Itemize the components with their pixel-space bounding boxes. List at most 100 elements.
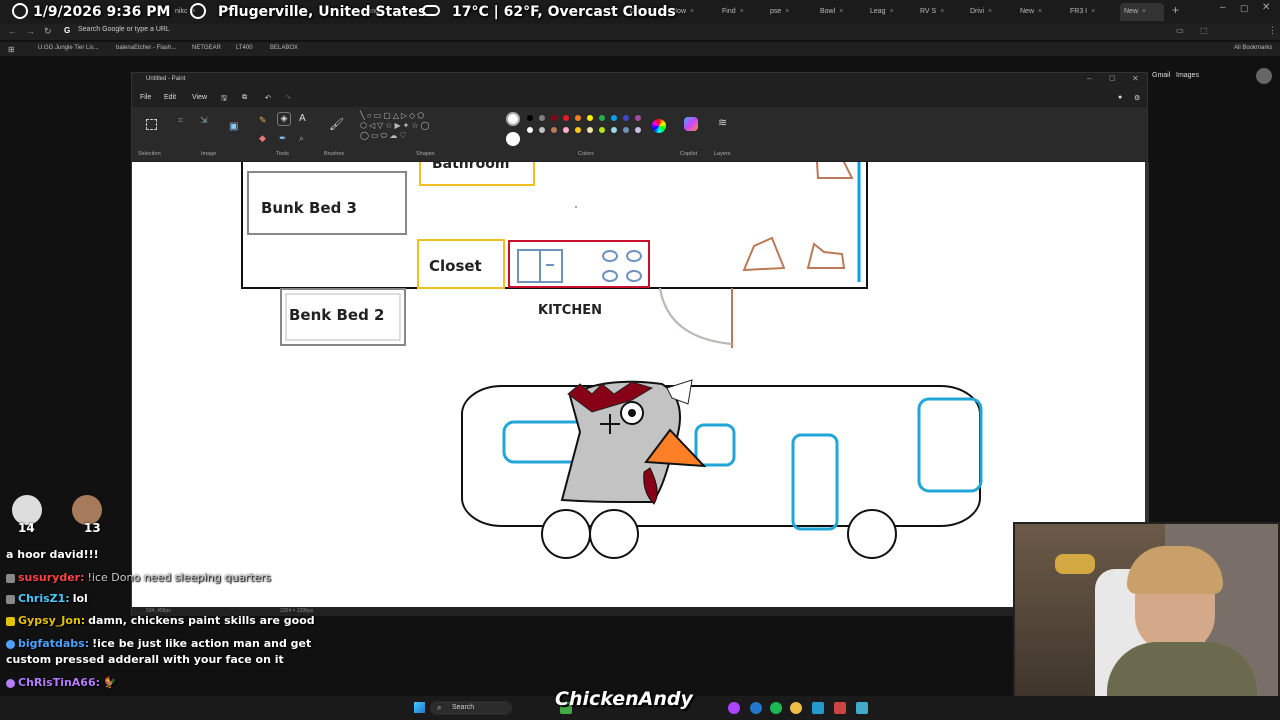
rv-windshield [917, 397, 983, 493]
all-bookmarks[interactable]: All Bookmarks [1234, 45, 1272, 51]
extensions-icon[interactable]: ⬚ [1200, 26, 1208, 35]
palette-color[interactable] [587, 127, 593, 133]
chat-username[interactable]: Gypsy_Jon: [18, 614, 85, 627]
palette-color[interactable] [563, 127, 569, 133]
paint-taskbar-icon[interactable] [856, 702, 868, 714]
app-icon[interactable] [728, 702, 740, 714]
reload-icon[interactable]: ↻ [44, 26, 52, 37]
bookmark[interactable]: BELABOX [270, 45, 298, 51]
palette-color[interactable] [635, 115, 641, 121]
forward-icon[interactable]: → [26, 26, 35, 36]
palette-color[interactable] [539, 127, 545, 133]
browser-tab[interactable]: Leag × [870, 3, 916, 21]
back-icon[interactable]: ← [8, 26, 17, 36]
menu-file[interactable]: File [140, 94, 151, 101]
menu-edit[interactable]: Edit [164, 94, 176, 101]
app-icon[interactable] [812, 702, 824, 714]
taskbar-search[interactable]: Search [430, 701, 512, 715]
settings-icon[interactable]: ⚙ [1134, 94, 1140, 102]
avatar[interactable] [1256, 68, 1272, 84]
browser-tab-active[interactable]: New × [1120, 3, 1164, 21]
copilot-icon[interactable] [684, 117, 698, 131]
palette-color[interactable] [575, 127, 581, 133]
app-icon[interactable] [750, 702, 762, 714]
new-tab-icon[interactable]: + [1172, 3, 1179, 17]
weather: 17°C | 62°F, Overcast Clouds [452, 4, 676, 20]
palette-color[interactable] [623, 115, 629, 121]
share-icon[interactable]: ⧉ [242, 94, 247, 102]
layers-icon[interactable]: ≋ [718, 116, 727, 129]
palette-color[interactable] [611, 115, 617, 121]
eraser-icon[interactable]: ◆ [259, 133, 266, 144]
palette-color[interactable] [587, 115, 593, 121]
maximize-icon[interactable]: ▢ [1109, 74, 1116, 82]
images-link[interactable]: Images [1176, 72, 1199, 79]
palette-color[interactable] [551, 127, 557, 133]
start-icon[interactable] [414, 702, 425, 713]
app-icon[interactable] [834, 702, 846, 714]
bookmark[interactable]: U.GG Jungle Tier Lis... [38, 45, 99, 51]
browser-tab[interactable]: How × [672, 3, 718, 21]
gmail-link[interactable]: Gmail [1152, 72, 1170, 79]
chat-username[interactable]: ChRisTinA66: [18, 676, 100, 689]
cast-icon[interactable]: ▭ [1176, 26, 1184, 35]
palette-color[interactable] [539, 115, 545, 121]
palette-color[interactable] [551, 115, 557, 121]
browser-tab[interactable]: New × [1020, 3, 1066, 21]
shapes-gallery[interactable]: ╲○▭▢△▷◇⬠ ⬡◁▽☆▶✦☆◯ ◯▭⬭☁♡ [360, 111, 438, 147]
save-icon[interactable]: 🖫 [221, 94, 227, 105]
maximize-icon[interactable]: ▢ [1240, 3, 1249, 14]
minimize-icon[interactable]: – [1220, 2, 1226, 13]
color2-swatch[interactable] [506, 132, 520, 146]
bookmark[interactable]: LT400 [236, 45, 253, 51]
bookmark[interactable]: balenaEtcher - Flash... [116, 45, 176, 51]
burner [626, 250, 642, 262]
chat-username[interactable]: susuryder: [18, 571, 85, 584]
select-icon[interactable] [146, 119, 157, 130]
apps-icon[interactable]: ⊞ [8, 45, 15, 54]
kitchen-counter [508, 240, 650, 288]
palette-color[interactable] [599, 127, 605, 133]
browser-tab[interactable]: Drivi × [970, 3, 1016, 21]
bookmark[interactable]: NETGEAR [192, 45, 221, 51]
edit-colors-icon[interactable] [652, 119, 666, 133]
color-picker-icon[interactable]: ✒ [279, 133, 287, 144]
chat-username[interactable]: bigfatdabs: [18, 637, 89, 650]
palette-color[interactable] [527, 127, 533, 133]
door [659, 287, 733, 348]
profile-icon[interactable]: ● [1118, 94, 1122, 101]
browser-tab[interactable]: Bowl × [820, 3, 866, 21]
palette-color[interactable] [527, 115, 533, 121]
close-icon[interactable]: ✕ [1132, 74, 1139, 83]
chrome-icon[interactable] [790, 702, 802, 714]
palette-color[interactable] [575, 115, 581, 121]
brush-icon[interactable]: 🖌 [329, 117, 344, 131]
magnifier-icon[interactable]: ⌕ [299, 133, 304, 144]
spotify-icon[interactable] [770, 702, 782, 714]
chat-username[interactable]: ChrisZ1: [18, 592, 70, 605]
menu-view[interactable]: View [192, 94, 207, 101]
palette-color[interactable] [623, 127, 629, 133]
palette-color[interactable] [563, 115, 569, 121]
pencil-icon[interactable]: ✎ [259, 115, 267, 126]
browser-tab[interactable]: pse × [770, 3, 816, 21]
resize-icon[interactable]: ⇲ [200, 115, 208, 126]
image-icon[interactable]: ▣ [229, 121, 238, 132]
minimize-icon[interactable]: – [1087, 74, 1091, 83]
redo-icon[interactable]: ↷ [285, 94, 291, 102]
fill-icon[interactable]: ◈ [277, 112, 291, 126]
browser-tab[interactable]: RV S × [920, 3, 966, 21]
menu-icon[interactable]: ⋮ [1268, 25, 1277, 36]
palette-color[interactable] [611, 127, 617, 133]
browser-tab[interactable]: Find × [722, 3, 768, 21]
palette-color[interactable] [635, 127, 641, 133]
text-icon[interactable]: A [299, 113, 306, 124]
close-icon[interactable]: ✕ [1262, 2, 1270, 13]
undo-icon[interactable]: ↶ [265, 94, 271, 102]
chat-message: susuryder: !ice Dono need sleeping quarte… [6, 571, 271, 584]
address-input[interactable]: Search Google or type a URL [78, 26, 170, 33]
crop-icon[interactable]: ⌗ [178, 115, 183, 126]
browser-tab[interactable]: FR3 I × [1070, 3, 1116, 21]
color1-swatch[interactable] [506, 112, 520, 126]
palette-color[interactable] [599, 115, 605, 121]
